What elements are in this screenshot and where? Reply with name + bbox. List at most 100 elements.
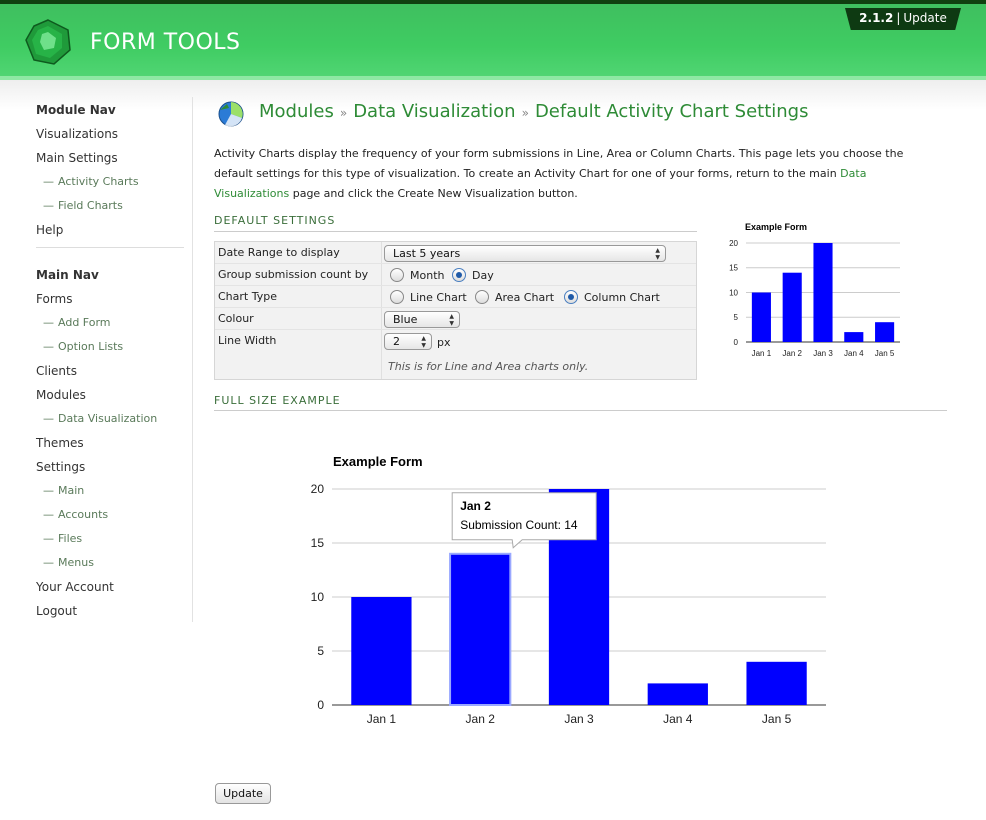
sidebar-item-settings[interactable]: Settings	[36, 460, 186, 484]
nav-dash: —	[43, 316, 54, 329]
chart-type-line-label: Line Chart	[410, 291, 467, 304]
nav-item-label: Menus	[58, 556, 94, 569]
sidebar-item-menus[interactable]: — Menus	[36, 556, 186, 580]
bar-jan-2[interactable]	[449, 552, 512, 706]
bar-jan-5[interactable]	[875, 322, 895, 342]
sidebar-item-activity-charts[interactable]: — Activity Charts	[36, 175, 186, 199]
version-separator: |	[896, 11, 901, 25]
sidebar-item-data-visualization[interactable]: — Data Visualization	[36, 412, 186, 436]
group-day-radio[interactable]	[452, 268, 466, 282]
line-width-value: 2	[393, 335, 400, 348]
sidebar-item-clients[interactable]: Clients	[36, 364, 186, 388]
bar-jan-4[interactable]	[844, 332, 864, 342]
x-tick-label: Jan 4	[663, 712, 693, 726]
x-tick-label: Jan 5	[875, 349, 895, 358]
full-size-chart[interactable]: Example Form 0 5 10 15 20 Jan 1 Jan 2 Jan 3 Jan 4…	[290, 440, 850, 740]
nav-item-label: Modules	[36, 388, 86, 402]
breadcrumb-modules[interactable]: Modules	[259, 101, 334, 122]
module-nav-title: Module Nav	[36, 103, 116, 117]
breadcrumb-separator: »	[521, 106, 529, 120]
nav-item-label: Logout	[36, 604, 78, 618]
sidebar-item-option-lists[interactable]: — Option Lists	[36, 340, 186, 364]
nav-dash: —	[43, 412, 54, 425]
nav-item-label: Add Form	[58, 316, 111, 329]
update-button[interactable]: Update	[215, 783, 271, 804]
bar-jan-3[interactable]	[813, 243, 833, 342]
intro-text-part2: page and click the Create New Visualizat…	[289, 187, 578, 200]
nav-dash: —	[43, 484, 54, 497]
sidebar-item-forms[interactable]: Forms	[36, 292, 186, 316]
form-tools-logo-icon	[25, 19, 71, 65]
y-tick-label: 20	[729, 239, 738, 248]
tooltip-text: Submission Count: 14	[460, 518, 578, 532]
nav-item-label: Clients	[36, 364, 77, 378]
sidebar-divider	[192, 97, 193, 622]
bar-jan-4[interactable]	[647, 683, 708, 705]
group-month-radio[interactable]	[390, 268, 404, 282]
sidebar: Module Nav Visualizations Main Settings — Ac…	[36, 103, 186, 628]
colour-label: Colour	[218, 312, 254, 325]
group-month-label: Month	[410, 269, 445, 282]
bar-jan-5[interactable]	[746, 661, 807, 705]
x-tick-label: Jan 1	[367, 712, 397, 726]
colour-value: Blue	[393, 313, 418, 326]
nav-dash: —	[43, 556, 54, 569]
y-tick-label: 5	[734, 313, 739, 322]
date-range-select[interactable]: Last 5 years ▲ ▼	[384, 245, 666, 262]
default-settings-heading: DEFAULT SETTINGS	[214, 214, 336, 227]
y-tick-label: 20	[311, 482, 325, 496]
x-tick-label: Jan 4	[844, 349, 864, 358]
full-size-heading: FULL SIZE EXAMPLE	[214, 394, 341, 407]
breadcrumb-data-visualization[interactable]: Data Visualization	[353, 101, 515, 122]
date-range-value: Last 5 years	[393, 247, 461, 260]
sidebar-item-main[interactable]: — Main	[36, 484, 186, 508]
select-arrows-icon: ▲ ▼	[421, 335, 426, 349]
bar-jan-1[interactable]	[751, 292, 771, 343]
brand-name: FORM TOOLS	[90, 30, 241, 55]
sidebar-item-field-charts[interactable]: — Field Charts	[36, 199, 186, 223]
chart-type-line-radio[interactable]	[390, 290, 404, 304]
x-tick-label: Jan 3	[564, 712, 594, 726]
version-badge: 2.1.2 | Update	[845, 8, 961, 30]
small-chart: Example Form 0 5 10 15 20 Jan 1 Jan 2 Jan 3 Jan 4…	[729, 222, 900, 358]
sidebar-item-help[interactable]: Help	[36, 223, 186, 247]
update-link[interactable]: Update	[903, 11, 946, 25]
nav-item-label: Field Charts	[58, 199, 123, 212]
sidebar-item-files[interactable]: — Files	[36, 532, 186, 556]
line-width-select[interactable]: 2 ▲ ▼	[384, 333, 432, 350]
main-nav-title: Main Nav	[36, 268, 99, 282]
nav-item-label: Forms	[36, 292, 73, 306]
nav-dash: —	[43, 532, 54, 545]
nav-item-label: Data Visualization	[58, 412, 158, 425]
bar-jan-2[interactable]	[782, 272, 802, 342]
chart-tooltip: Jan 2 Submission Count: 14	[451, 492, 597, 549]
chart-title: Example Form	[333, 454, 423, 469]
sidebar-item-modules[interactable]: Modules	[36, 388, 186, 412]
nav-item-label: Themes	[36, 436, 84, 450]
y-tick-label: 5	[317, 644, 324, 658]
sidebar-item-accounts[interactable]: — Accounts	[36, 508, 186, 532]
tooltip-title: Jan 2	[460, 499, 491, 513]
chart-type-column-radio[interactable]	[564, 290, 578, 304]
colour-row: Colour Blue ▲ ▼	[215, 308, 696, 330]
nav-dash: —	[43, 508, 54, 521]
chart-title: Example Form	[745, 222, 807, 232]
bar-jan-1[interactable]	[351, 597, 412, 705]
y-tick-label: 15	[311, 536, 325, 550]
chart-type-column-label: Column Chart	[584, 291, 660, 304]
sidebar-item-add-form[interactable]: — Add Form	[36, 316, 186, 340]
sidebar-item-main-settings[interactable]: Main Settings	[36, 151, 186, 175]
nav-item-label: Files	[58, 532, 83, 545]
select-arrows-icon: ▲ ▼	[449, 313, 454, 327]
version-number: 2.1.2	[859, 11, 894, 25]
chart-type-area-radio[interactable]	[475, 290, 489, 304]
nav-dash: —	[43, 340, 54, 353]
nav-item-label: Accounts	[58, 508, 109, 521]
sidebar-item-visualizations[interactable]: Visualizations	[36, 127, 186, 151]
sidebar-item-logout[interactable]: Logout	[36, 604, 186, 628]
colour-select[interactable]: Blue ▲ ▼	[384, 311, 460, 328]
sidebar-item-your-account[interactable]: Your Account	[36, 580, 186, 604]
sidebar-item-themes[interactable]: Themes	[36, 436, 186, 460]
y-tick-label: 0	[317, 698, 324, 712]
line-width-unit: px	[437, 336, 451, 349]
